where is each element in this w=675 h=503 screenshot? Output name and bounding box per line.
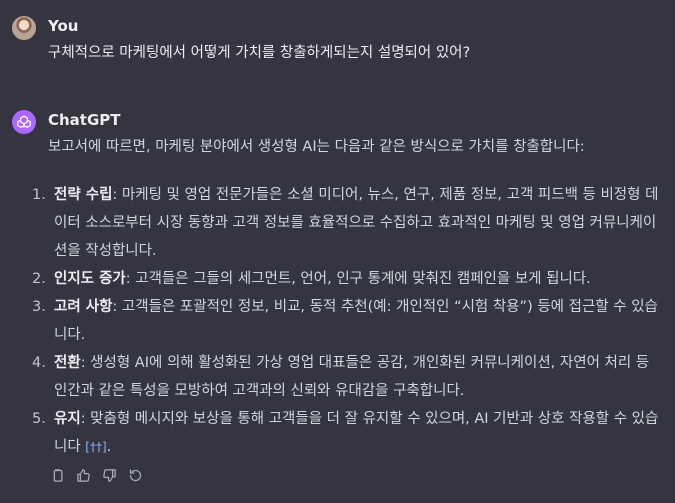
list-item-number: 1. [32, 187, 46, 203]
citation-link[interactable]: [††] [85, 440, 106, 454]
assistant-intro-text: 보고서에 따르면, 마케팅 분야에서 생성형 AI는 다음과 같은 방식으로 가… [48, 139, 585, 155]
list-item-text: : 고객들은 그들의 세그먼트, 언어, 인구 통계에 맞춰진 캠페인을 보게 … [125, 271, 591, 287]
answer-list: 1. 전략 수립: 마케팅 및 영업 전문가들은 소셜 미디어, 뉴스, 연구,… [12, 181, 665, 461]
copy-button[interactable] [48, 466, 66, 484]
list-item: 2. 인지도 증가: 고객들은 그들의 세그먼트, 언어, 인구 통계에 맞춰진… [12, 265, 665, 293]
message-actions [48, 466, 144, 484]
list-item-term: 전환 [54, 355, 81, 371]
list-item-number: 3. [32, 299, 46, 315]
list-item: 3. 고려 사항: 고객들은 포괄적인 정보, 비교, 동적 추천(예: 개인적… [12, 293, 665, 349]
user-author-name: You [48, 17, 79, 35]
user-message-text: 구체적으로 마케팅에서 어떻게 가치를 창출하게되는지 설명되어 있어? [48, 45, 471, 61]
list-item-term: 전략 수립 [54, 187, 113, 203]
list-item-number: 5. [32, 411, 46, 427]
list-item-term: 고려 사항 [54, 299, 113, 315]
list-item: 5. 유지: 맞춤형 메시지와 보상을 통해 고객들을 더 잘 유지할 수 있으… [12, 405, 665, 461]
user-avatar [12, 16, 36, 40]
list-item-number: 2. [32, 271, 46, 287]
copy-icon [53, 468, 62, 482]
thumbs-down-button[interactable] [100, 466, 118, 484]
thumbs-up-button[interactable] [74, 466, 92, 484]
list-item: 4. 전환: 생성형 AI에 의해 활성화된 가상 영업 대표들은 공감, 개인… [12, 349, 665, 405]
list-item-number: 4. [32, 355, 46, 371]
thumbs-up-icon [76, 468, 90, 482]
chatgpt-avatar [12, 110, 36, 134]
openai-logo-icon [17, 115, 31, 128]
list-item-text: : 맞춤형 메시지와 보상을 통해 고객들을 더 잘 유지할 수 있으며, AI… [54, 411, 659, 455]
list-item: 1. 전략 수립: 마케팅 및 영업 전문가들은 소셜 미디어, 뉴스, 연구,… [12, 181, 665, 265]
assistant-author-name: ChatGPT [48, 111, 121, 129]
regenerate-icon [129, 468, 141, 481]
thumbs-down-icon [102, 468, 116, 482]
list-item-term: 유지 [54, 411, 81, 427]
regenerate-button[interactable] [126, 466, 144, 484]
list-item-text: : 생성형 AI에 의해 활성화된 가상 영업 대표들은 공감, 개인화된 커뮤… [54, 355, 650, 399]
list-item-tail: . [106, 439, 112, 455]
list-item-term: 인지도 증가 [54, 271, 126, 287]
list-item-text: : 마케팅 및 영업 전문가들은 소셜 미디어, 뉴스, 연구, 제품 정보, … [54, 187, 659, 259]
list-item-text: : 고객들은 포괄적인 정보, 비교, 동적 추천(예: 개인적인 “시험 착용… [54, 299, 658, 343]
